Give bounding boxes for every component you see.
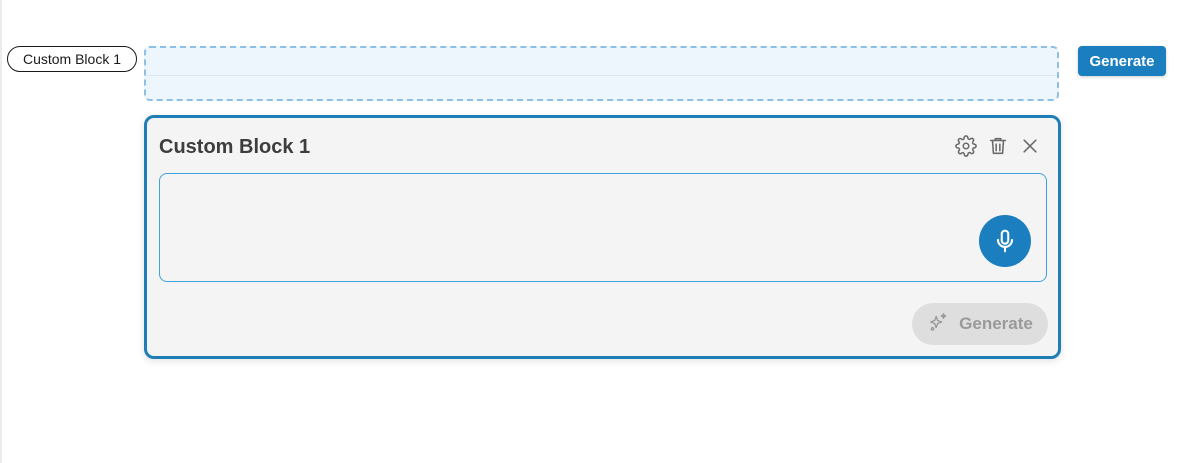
generate-button[interactable]: Generate <box>1078 46 1166 76</box>
custom-block-editor: Custom Block 1 Generate <box>144 115 1061 359</box>
block-drop-zone[interactable] <box>144 46 1059 101</box>
microphone-icon[interactable] <box>979 215 1031 267</box>
custom-block-tag[interactable]: Custom Block 1 <box>7 46 137 72</box>
block-generate-button[interactable]: Generate <box>912 303 1048 345</box>
drop-zone-divider <box>146 75 1057 76</box>
block-title: Custom Block 1 <box>159 136 311 158</box>
block-actions <box>954 134 1042 158</box>
custom-block-tag-label: Custom Block 1 <box>22 51 122 67</box>
trash-icon[interactable] <box>986 134 1010 158</box>
close-icon[interactable] <box>1018 134 1042 158</box>
sparkles-icon <box>927 311 949 338</box>
block-prompt-input[interactable] <box>159 173 1047 282</box>
gear-icon[interactable] <box>954 134 978 158</box>
page-left-border <box>0 0 2 463</box>
generate-button-label: Generate <box>1089 52 1155 70</box>
block-generate-label: Generate <box>959 314 1033 333</box>
